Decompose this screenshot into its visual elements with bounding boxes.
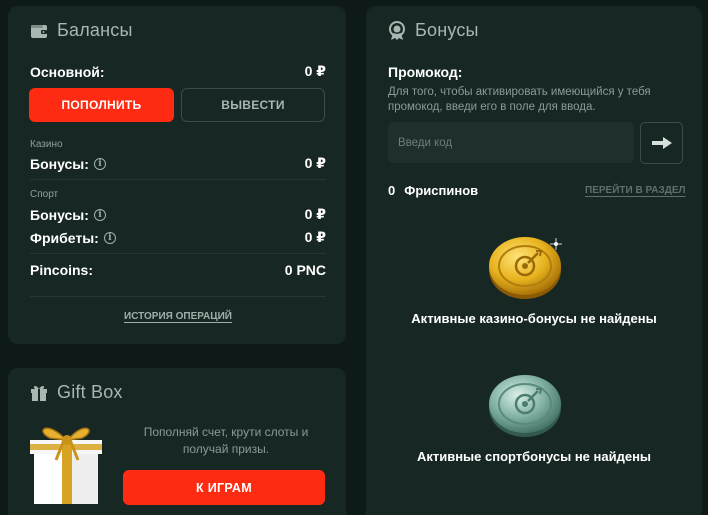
badge-icon (388, 20, 406, 41)
promo-description: Для того, чтобы активировать имеющийся у… (388, 86, 651, 113)
main-balance-label: Основной: (30, 63, 105, 80)
bonuses-card: Бонусы Промокод: Для того, чтобы активир… (366, 6, 702, 515)
sport-caption: Спорт (30, 189, 59, 200)
pincoins-row: Pincoins: 0 PNC (30, 262, 326, 278)
main-balance-row: Основной: 0 ₽ (30, 63, 326, 80)
sport-bonus-row: Бонусы: i 0 ₽ (30, 206, 326, 223)
freespins-count: 0 (388, 183, 396, 198)
divider (30, 179, 326, 180)
sport-bonus-label: Бонусы: (30, 206, 89, 223)
casino-bonus-value: 0 ₽ (304, 155, 326, 171)
balances-title: Балансы (57, 20, 133, 40)
arrow-right-icon (651, 137, 672, 149)
deposit-button[interactable]: ПОПОЛНИТЬ (29, 88, 174, 122)
divider (30, 296, 326, 297)
gift-icon (30, 384, 48, 402)
promo-submit-button[interactable] (640, 122, 683, 164)
casino-bonus-label: Бонусы: (30, 155, 89, 172)
freespins-row: 0 Фриспинов (388, 183, 478, 198)
bonuses-title: Бонусы (415, 20, 479, 40)
freebets-value: 0 ₽ (304, 229, 326, 245)
promo-label: Промокод: (388, 64, 463, 80)
balances-card: Балансы Основной: 0 ₽ ПОПОЛНИТЬ ВЫВЕСТИ … (8, 6, 346, 344)
bonuses-header: Бонусы (388, 20, 479, 41)
casino-caption: Казино (30, 139, 63, 150)
account-balances-page: Балансы Основной: 0 ₽ ПОПОЛНИТЬ ВЫВЕСТИ … (0, 0, 708, 515)
giftbox-description: Пополняй счет, крути слоты и получай при… (143, 425, 309, 456)
casino-bonus-coin-icon (486, 230, 568, 307)
wallet-icon (30, 23, 48, 39)
freebets-row: Фрибеты: i 0 ₽ (30, 229, 326, 246)
casino-bonus-empty-text: Активные казино-бонусы не найдены (411, 311, 657, 326)
promo-code-input[interactable] (388, 122, 634, 163)
history-link[interactable]: ИСТОРИЯ ОПЕРАЦИЙ (124, 311, 232, 322)
withdraw-button[interactable]: ВЫВЕСТИ (181, 88, 325, 122)
play-games-button[interactable]: К ИГРАМ (123, 470, 325, 505)
info-icon[interactable]: i (93, 157, 106, 170)
gift-box-icon (26, 420, 106, 511)
giftbox-card: Gift Box Пополняй счет, крути слоты и по… (8, 368, 346, 515)
info-icon[interactable]: i (93, 208, 106, 221)
pincoins-label: Pincoins: (30, 262, 94, 278)
sport-bonus-value: 0 ₽ (304, 206, 326, 222)
casino-bonus-row: Бонусы: i 0 ₽ (30, 155, 326, 172)
main-balance-value: 0 ₽ (304, 63, 326, 79)
sport-bonus-empty-text: Активные спортбонусы не найдены (416, 449, 652, 464)
info-icon[interactable]: i (103, 231, 116, 244)
pincoins-value: 0 PNC (284, 262, 326, 278)
giftbox-header: Gift Box (30, 382, 123, 403)
freespins-label: Фриспинов (404, 183, 479, 198)
sport-bonus-coin-icon (486, 368, 568, 445)
divider (30, 253, 326, 254)
giftbox-title: Gift Box (57, 382, 123, 402)
balances-header: Балансы (30, 20, 133, 41)
freebets-label: Фрибеты: (30, 229, 99, 246)
goto-section-link[interactable]: ПЕРЕЙТИ В РАЗДЕЛ (585, 185, 686, 196)
